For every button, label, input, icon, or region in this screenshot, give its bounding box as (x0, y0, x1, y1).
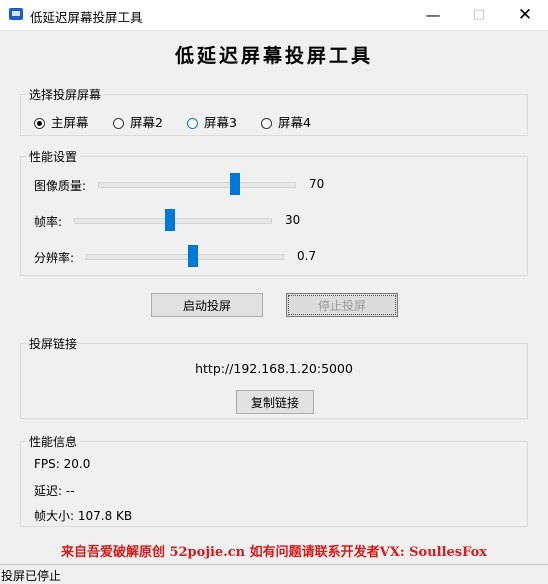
minimize-button[interactable]: — (410, 0, 456, 30)
resolution-slider-handle[interactable] (187, 245, 198, 267)
radio-screen-4[interactable]: 屏幕4 (261, 112, 311, 131)
frame-rate-label: 帧率: (34, 215, 63, 229)
credit-text: 来自吾爱破解原创 52pojie.cn 如有问题请联系开发者VX: Soulle… (60, 545, 488, 560)
latency-text: 延迟: -- (34, 484, 75, 498)
radio-icon (261, 118, 272, 129)
resolution-slider[interactable] (86, 254, 284, 260)
start-cast-button[interactable]: 启动投屏 (151, 293, 263, 317)
frame-size-text: 帧大小: 107.8 KB (34, 509, 133, 523)
image-quality-slider[interactable] (98, 182, 296, 188)
cast-url: http://192.168.1.20:5000 (195, 361, 353, 376)
stop-cast-button[interactable]: 停止投屏 (286, 293, 398, 317)
status-bar: 投屏已停止 (0, 564, 548, 583)
radio-screen-2[interactable]: 屏幕2 (113, 112, 163, 131)
radio-main-screen[interactable]: 主屏幕 (34, 112, 89, 131)
radio-icon (187, 118, 198, 129)
frame-rate-slider-handle[interactable] (165, 209, 176, 231)
frame-rate-value: 30 (285, 213, 301, 227)
fps-text: FPS: 20.0 (34, 457, 91, 471)
radio-icon (113, 118, 124, 129)
performance-settings-title: 性能设置 (27, 148, 80, 165)
radio-selected-icon (34, 118, 45, 129)
performance-info-title: 性能信息 (27, 433, 80, 450)
maximize-button[interactable]: □ (456, 0, 502, 30)
copy-link-button[interactable]: 复制链接 (236, 390, 314, 414)
resolution-label: 分辨率: (34, 251, 75, 265)
screen-select-title: 选择投屏屏幕 (27, 86, 104, 103)
page-title: 低延迟屏幕投屏工具 (174, 45, 373, 67)
title-bar: 低延迟屏幕投屏工具 — □ ✕ (0, 0, 548, 31)
window-title: 低延迟屏幕投屏工具 (30, 10, 143, 25)
resolution-value: 0.7 (297, 249, 317, 263)
status-text: 投屏已停止 (1, 569, 62, 583)
image-quality-value: 70 (309, 177, 325, 191)
image-quality-slider-handle[interactable] (229, 173, 240, 195)
close-button[interactable]: ✕ (502, 0, 548, 30)
app-icon (9, 8, 23, 20)
radio-screen-3[interactable]: 屏幕3 (187, 112, 237, 131)
cast-link-title: 投屏链接 (27, 335, 80, 352)
image-quality-label: 图像质量: (34, 179, 87, 193)
